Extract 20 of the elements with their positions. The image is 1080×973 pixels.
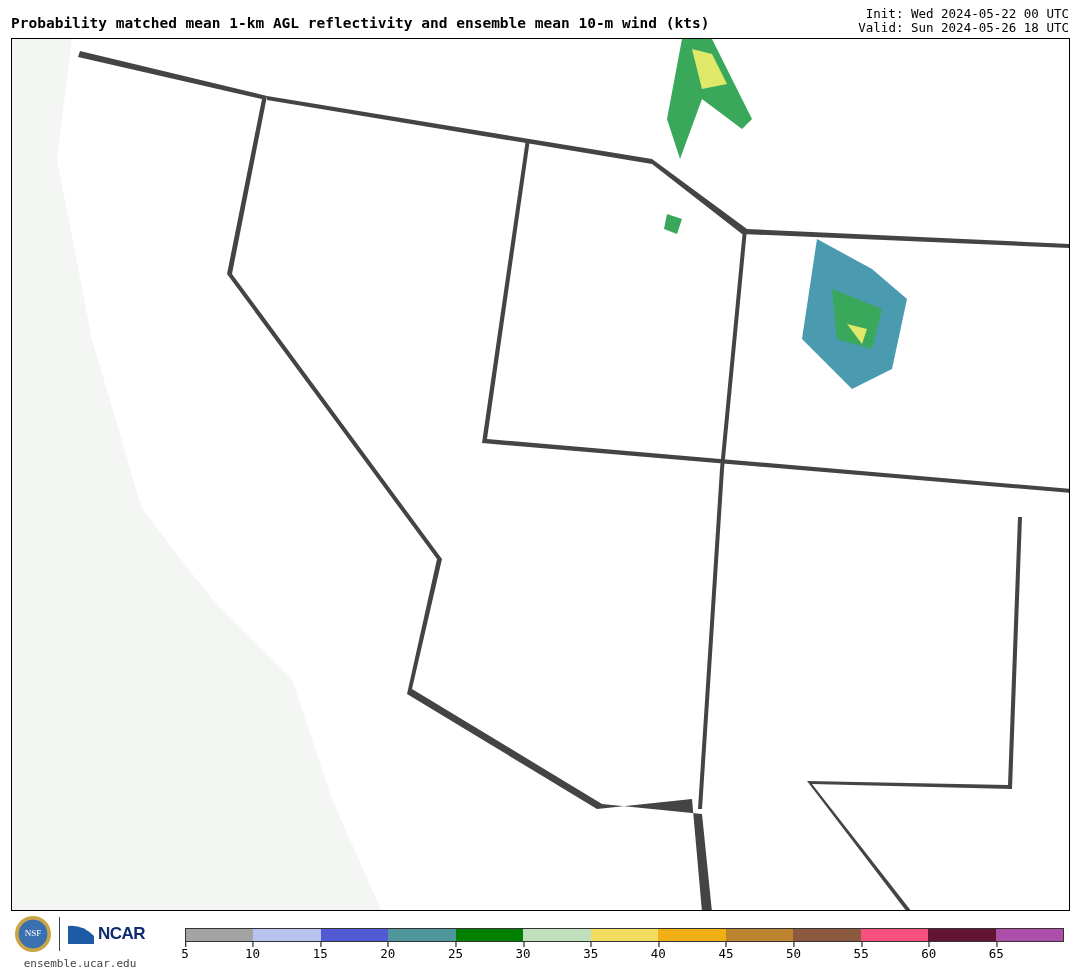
chart-title: Probability matched mean 1-km AGL reflectivity and ensemble mean 10-m wind (kts) <box>11 14 710 33</box>
scale-tick-label: 55 <box>853 942 869 961</box>
scale-tick-label: 65 <box>988 942 1004 961</box>
scale-tick-label: 15 <box>312 942 328 961</box>
scale-tick-label: 40 <box>650 942 666 961</box>
swoosh-icon <box>67 924 94 944</box>
init-time: Init: Wed 2024-05-22 00 UTC <box>864 7 1069 21</box>
scale-tick-label: 10 <box>245 942 261 961</box>
lab-logo-text: NCAR <box>97 923 146 946</box>
scale-tick-label: 25 <box>447 942 463 961</box>
scale-tick-label: 20 <box>380 942 396 961</box>
scale-tick-label: 5 <box>181 942 189 961</box>
scale-tick-label: 45 <box>718 942 734 961</box>
scale-tick-label: 30 <box>515 942 531 961</box>
logo-text: NSF <box>24 927 42 941</box>
site-url: ensemble.ucar.edu <box>23 956 137 972</box>
valid-time: Valid: Sun 2024-05-26 18 UTC <box>858 21 1069 35</box>
scale-tick-label: 35 <box>583 942 599 961</box>
scale-tick-label: 50 <box>786 942 802 961</box>
scale-tick-label: 60 <box>921 942 937 961</box>
